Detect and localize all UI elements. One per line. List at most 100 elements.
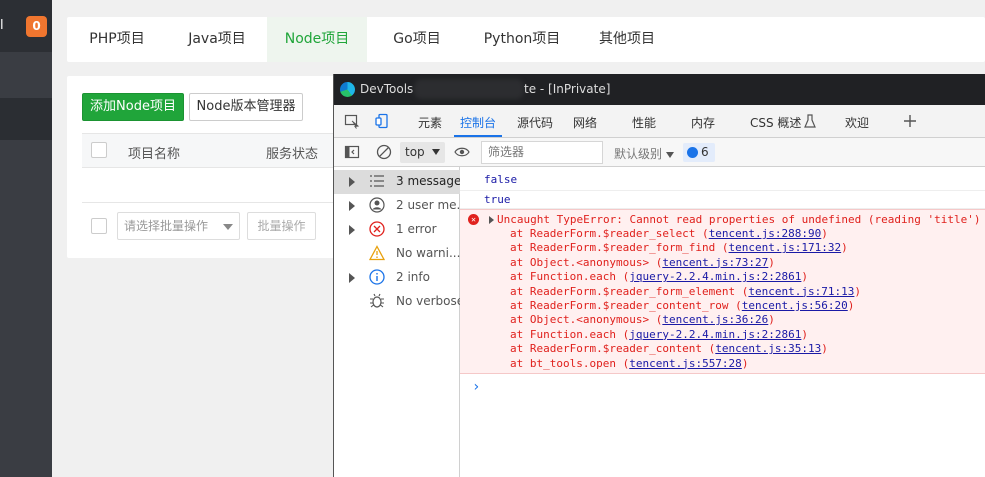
- sidebar-item-info[interactable]: 2 info: [334, 266, 460, 290]
- stack-frame-source-link[interactable]: tencent.js:288:90: [709, 227, 822, 240]
- expand-arrow-icon[interactable]: [349, 273, 355, 283]
- stack-frame-paren: ): [741, 356, 749, 370]
- error-icon: ✕: [468, 214, 479, 225]
- filter-input[interactable]: 筛选器: [481, 141, 603, 164]
- stack-frame-source-link[interactable]: jquery-2.2.4.min.js:2:2861: [629, 328, 801, 341]
- user-icon: [369, 197, 385, 213]
- log-level-select[interactable]: 默认级别: [614, 145, 675, 162]
- stack-frame-paren: ): [801, 327, 809, 341]
- console-log-line: false: [460, 173, 985, 191]
- stack-frame: at ReaderForm.$reader_content (tencent.j…: [510, 342, 828, 355]
- select-all-checkbox[interactable]: [91, 142, 107, 158]
- stack-frame: at ReaderForm.$reader_content_row (tence…: [510, 299, 854, 312]
- expand-arrow-icon[interactable]: [349, 177, 355, 187]
- sidebar-item-warnings[interactable]: No warni...: [334, 242, 460, 266]
- stack-frame-source-link[interactable]: tencent.js:171:32: [729, 241, 842, 254]
- stack-frame-source-link[interactable]: tencent.js:557:28: [629, 357, 742, 370]
- stack-frame-function: at Object.<anonymous> (: [510, 313, 663, 327]
- devtools-tabbar: 元素 控制台 源代码 网络 性能 内存 CSS 概述 欢迎: [334, 105, 985, 138]
- tab-elements[interactable]: 元素: [418, 114, 442, 131]
- sidebar-item-messages[interactable]: 3 messages: [334, 170, 460, 194]
- sidebar-header: l 0: [0, 0, 52, 52]
- clear-console-icon[interactable]: [376, 144, 392, 160]
- chevron-down-icon: [223, 224, 233, 230]
- expand-arrow-icon[interactable]: [489, 216, 494, 224]
- sidebar-item-active[interactable]: [0, 98, 52, 140]
- stack-frame-source-link[interactable]: tencent.js:71:13: [748, 285, 854, 298]
- sidebar-item-label: No warni...: [396, 246, 460, 260]
- devtools-title-suffix: te - [InPrivate]: [524, 82, 611, 96]
- tab-memory[interactable]: 内存: [691, 114, 715, 131]
- console-prompt-icon[interactable]: ›: [472, 379, 480, 395]
- node-version-manager-button[interactable]: Node版本管理器: [189, 93, 303, 121]
- flask-icon: [804, 114, 816, 128]
- sidebar-item-verbose[interactable]: No verbose: [334, 290, 460, 314]
- console-sidebar: 3 messages 2 user me... 1 error N: [334, 167, 460, 477]
- tab-css-overview[interactable]: CSS 概述: [750, 114, 801, 131]
- error-message: Uncaught TypeError: Cannot read properti…: [497, 213, 981, 226]
- device-toolbar-icon[interactable]: [375, 113, 391, 129]
- warning-icon: [369, 245, 385, 261]
- stack-frame: at Object.<anonymous> (tencent.js:73:27): [510, 256, 775, 269]
- stack-frame-function: at ReaderForm.$reader_form_element (: [510, 284, 749, 298]
- context-selector[interactable]: top: [400, 142, 445, 163]
- batch-select-placeholder: 请选择批量操作: [124, 219, 209, 233]
- chevron-down-icon: [432, 149, 440, 155]
- log-level-label: 默认级别: [614, 147, 663, 161]
- stack-frame-source-link[interactable]: tencent.js:56:20: [742, 299, 848, 312]
- sidebar-item-label: 2 info: [396, 270, 430, 284]
- stack-frame-source-link[interactable]: tencent.js:73:27: [662, 256, 768, 269]
- add-node-project-button[interactable]: 添加Node项目: [82, 93, 184, 121]
- tab-go[interactable]: Go项目: [367, 17, 467, 62]
- issues-counter[interactable]: 6: [683, 143, 715, 162]
- stack-frame: at ReaderForm.$reader_select (tencent.js…: [510, 227, 828, 240]
- column-project-name[interactable]: 项目名称: [128, 143, 180, 162]
- tab-network[interactable]: 网络: [573, 114, 597, 131]
- stack-frame: at ReaderForm.$reader_form_find (tencent…: [510, 241, 848, 254]
- stack-frame: at Function.each (jquery-2.2.4.min.js:2:…: [510, 328, 808, 341]
- redacted-area: [414, 79, 524, 99]
- stack-frame: at Object.<anonymous> (tencent.js:36:26): [510, 313, 775, 326]
- stack-frame: at Function.each (jquery-2.2.4.min.js:2:…: [510, 270, 808, 283]
- sidebar-item-errors[interactable]: 1 error: [334, 218, 460, 242]
- stack-frame-paren: ): [821, 227, 828, 240]
- sidebar-item-label: 2 user me...: [396, 198, 460, 212]
- column-service-status[interactable]: 服务状态: [266, 143, 318, 162]
- list-icon: [370, 175, 384, 187]
- tab-performance[interactable]: 性能: [632, 114, 656, 131]
- batch-operation-button[interactable]: 批量操作: [247, 212, 316, 240]
- console-toolbar: top 筛选器 默认级别 6: [334, 138, 985, 167]
- batch-operation-select[interactable]: 请选择批量操作: [117, 212, 240, 240]
- stack-frame-source-link[interactable]: tencent.js:35:13: [715, 342, 821, 355]
- context-selector-value: top: [405, 145, 425, 159]
- tab-python[interactable]: Python项目: [467, 17, 577, 62]
- tab-java[interactable]: Java项目: [167, 17, 267, 62]
- expand-arrow-icon[interactable]: [349, 201, 355, 211]
- chevron-down-icon: [666, 152, 675, 158]
- expand-arrow-icon[interactable]: [349, 225, 355, 235]
- add-tab-icon[interactable]: [902, 113, 918, 129]
- table-empty-row: [82, 168, 372, 203]
- batch-checkbox[interactable]: [91, 218, 107, 234]
- active-tab-indicator: [454, 135, 502, 137]
- devtools-window: DevTools te - [InPrivate] 元素 控制台 源代码 网络 …: [333, 74, 985, 477]
- stack-frame-source-link[interactable]: jquery-2.2.4.min.js:2:2861: [629, 270, 801, 283]
- stack-frame-source-link[interactable]: tencent.js:36:26: [662, 313, 768, 326]
- tab-welcome[interactable]: 欢迎: [845, 114, 869, 131]
- sidebar-item-user-messages[interactable]: 2 user me...: [334, 194, 460, 218]
- stack-frame-function: at Function.each (: [510, 270, 630, 284]
- tab-node[interactable]: Node项目: [267, 17, 367, 62]
- tab-console[interactable]: 控制台: [460, 114, 496, 131]
- eye-icon[interactable]: [454, 144, 470, 160]
- tab-sources[interactable]: 源代码: [517, 114, 553, 131]
- notification-badge[interactable]: 0: [26, 16, 47, 37]
- stack-frame-function: at Function.each (: [510, 327, 630, 341]
- tab-php[interactable]: PHP项目: [67, 17, 167, 62]
- tab-other[interactable]: 其他项目: [577, 17, 677, 62]
- inspect-element-icon[interactable]: [344, 113, 360, 129]
- console-log-line: true: [460, 191, 985, 209]
- sidebar-toggle-icon[interactable]: [344, 144, 360, 160]
- sidebar-item-label: 1 error: [396, 222, 437, 236]
- stack-frame-function: at Object.<anonymous> (: [510, 255, 663, 269]
- table-header: 项目名称 服务状态: [82, 133, 372, 168]
